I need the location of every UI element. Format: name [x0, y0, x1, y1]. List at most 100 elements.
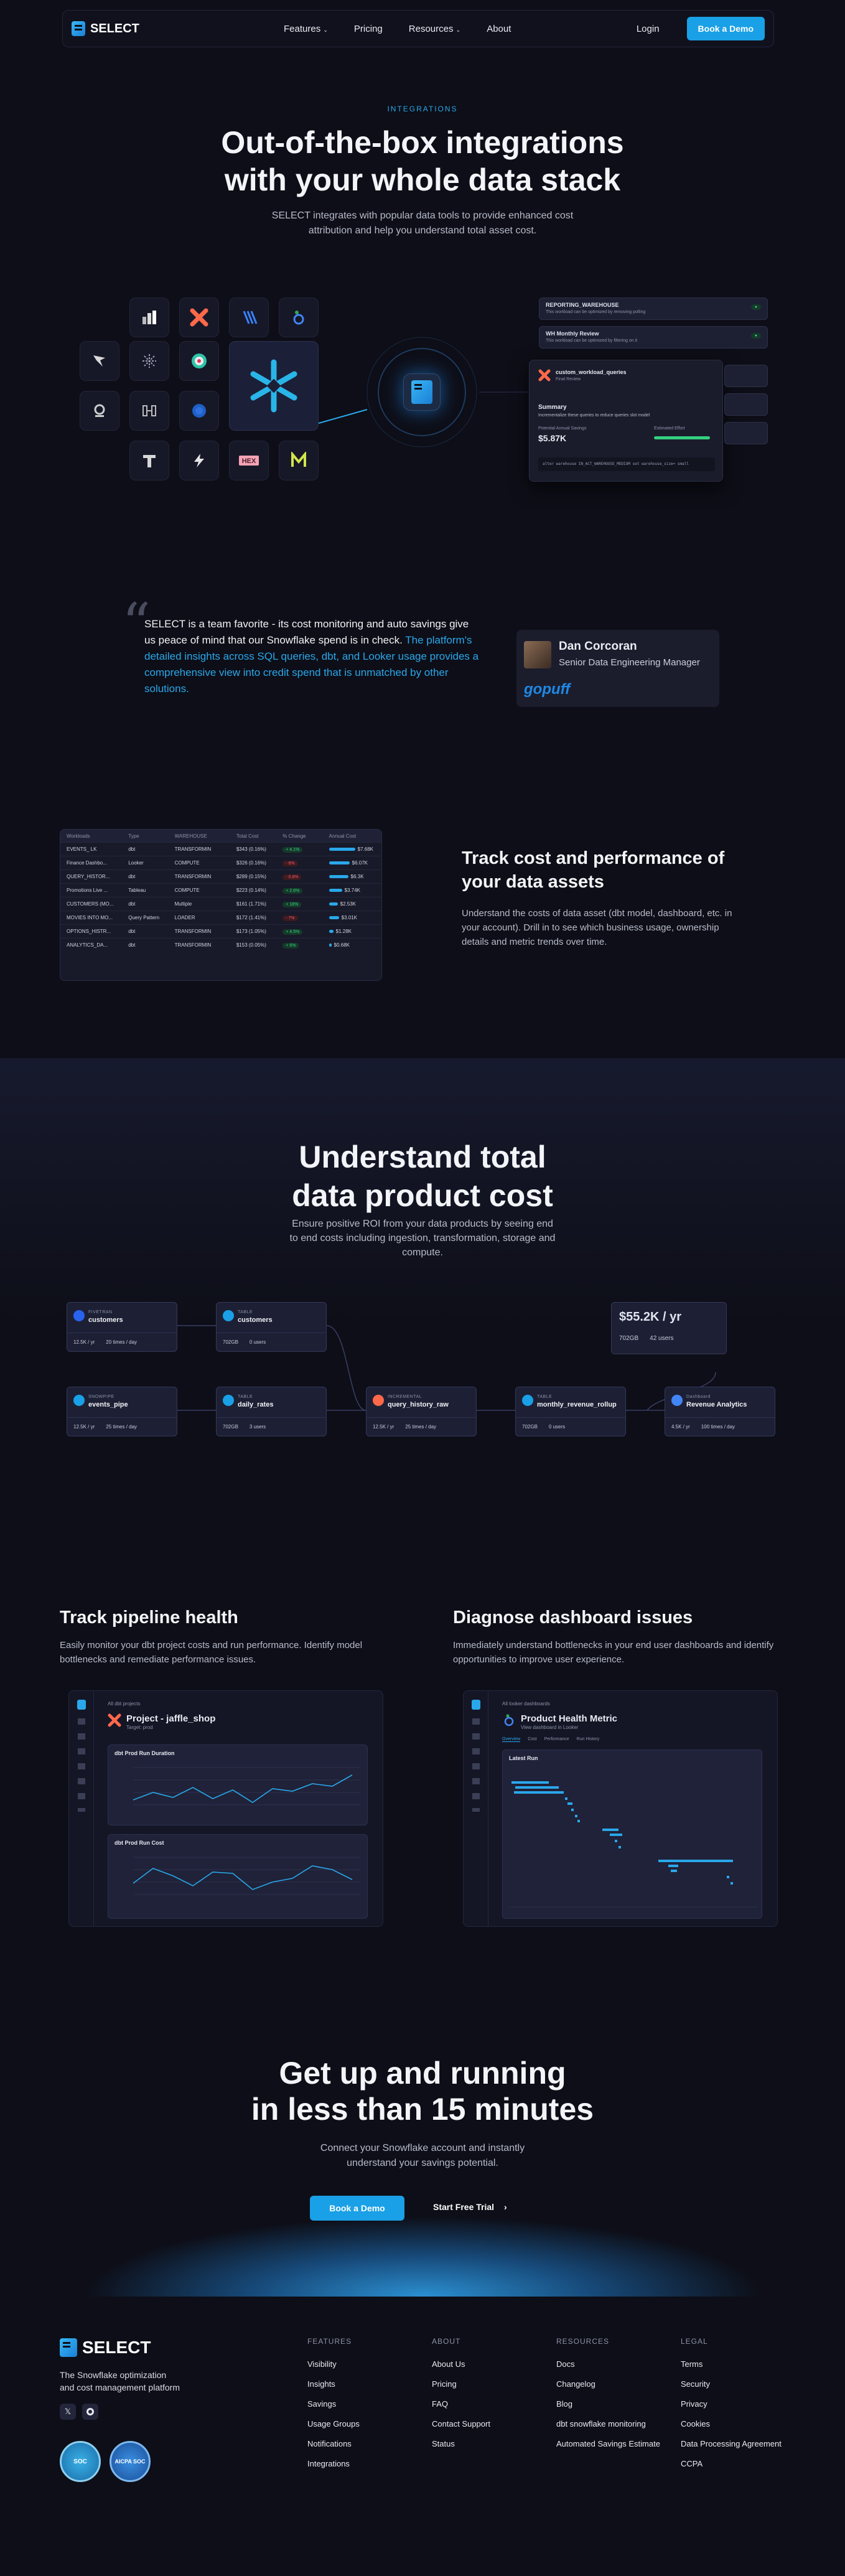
- integration-tile: [129, 341, 169, 381]
- tab-cost[interactable]: Cost: [528, 1737, 536, 1742]
- total-cost-sub-line2: to end costs including ingestion, transf…: [289, 1233, 556, 1244]
- select-node: [403, 373, 441, 411]
- savings-label: Potential Annual Savings: [538, 426, 587, 431]
- testimonial-quote: SELECT is a team favorite - its cost mon…: [144, 616, 480, 697]
- col-header[interactable]: WAREHOUSE: [175, 833, 236, 839]
- footer-link[interactable]: Savings: [307, 2399, 360, 2419]
- lineage-node[interactable]: TABLE customers 702GB 0 users: [216, 1302, 327, 1352]
- table-row[interactable]: EVENTS_ LK dbt TRANSFORMIN $343 (0.16%) + 4.…: [60, 842, 381, 856]
- cell-type: dbt: [128, 846, 136, 852]
- cell-type: dbt: [128, 929, 136, 934]
- footer-link[interactable]: Integrations: [307, 2459, 360, 2479]
- lineage-node[interactable]: INCREMENTAL query_history_raw 12.5K / yr…: [366, 1387, 477, 1436]
- lineage-node[interactable]: TABLE daily_rates 702GB 3 users: [216, 1387, 327, 1436]
- table-row[interactable]: ANALYTICS_DA... dbt TRANSFORMIN $153 (0.05%…: [60, 938, 381, 952]
- lineage-node[interactable]: Dashboard Revenue Analytics 4.5K / yr 100…: [665, 1387, 775, 1436]
- footer-col-heading: FEATURES: [307, 2337, 352, 2346]
- looker-logo-icon: [293, 311, 304, 325]
- cta-glow: [81, 2216, 765, 2297]
- footer-col-resources: RESOURCES Docs Changelog Blog dbt snowfl…: [556, 2337, 660, 2459]
- cta-book-demo-button[interactable]: Book a Demo: [310, 2196, 404, 2221]
- footer-link[interactable]: Pricing: [432, 2379, 490, 2399]
- col-header[interactable]: % Change: [282, 833, 329, 839]
- nav-features[interactable]: Features ⌄: [284, 24, 328, 34]
- node-type: FIVETRAN: [88, 1310, 113, 1314]
- footer-link[interactable]: Data Processing Agreement: [681, 2439, 782, 2459]
- footer-link[interactable]: Security: [681, 2379, 782, 2399]
- table-row[interactable]: Promotions Live ... Tableau COMPUTE $223 (0…: [60, 883, 381, 897]
- cta-start-trial-link[interactable]: Start Free Trial ›: [433, 2202, 507, 2212]
- tab-run-history[interactable]: Run History: [577, 1737, 600, 1742]
- footer-link[interactable]: Status: [432, 2439, 490, 2459]
- col-header[interactable]: Workloads: [67, 833, 128, 839]
- change-badge: - 0.8%: [282, 874, 302, 880]
- change-badge: + 18%: [282, 902, 302, 907]
- footer-link[interactable]: Usage Groups: [307, 2419, 360, 2439]
- annual-cost-bar: [329, 930, 334, 933]
- ring-logo-icon: [94, 404, 105, 417]
- table-row[interactable]: MOVIES INTO MO... Query Pattern LOADER $172…: [60, 911, 381, 924]
- lineage-node[interactable]: SNOWPIPE events_pipe 12.5K / yr 25 times …: [67, 1387, 177, 1436]
- footer-logo[interactable]: SELECT: [60, 2338, 151, 2358]
- footer-link[interactable]: Privacy: [681, 2399, 782, 2419]
- footer-link[interactable]: dbt snowflake monitoring: [556, 2419, 660, 2439]
- footer-link[interactable]: Insights: [307, 2379, 360, 2399]
- lineage-node[interactable]: FIVETRAN customers 12.5K / yr 20 times / …: [67, 1302, 177, 1352]
- footer-link[interactable]: Docs: [556, 2359, 660, 2379]
- footer-link[interactable]: Cookies: [681, 2419, 782, 2439]
- lineage-node[interactable]: TABLE monthly_revenue_rollup 702GB 0 user…: [515, 1387, 626, 1436]
- duration-line-chart: [133, 1767, 360, 1806]
- annual-cost-value: $6.3K: [350, 874, 364, 879]
- footer-link[interactable]: Automated Savings Estimate: [556, 2439, 660, 2459]
- col-header[interactable]: Annual Cost: [329, 833, 381, 839]
- back-link[interactable]: All dbt projects: [108, 1701, 140, 1707]
- back-link[interactable]: All looker dashboards: [502, 1701, 550, 1707]
- nav-icons: [472, 1718, 480, 1812]
- integration-tile: [80, 341, 119, 381]
- table-row[interactable]: CUSTOMERS (MO... dbt Multiple $161 (1.71%) +…: [60, 897, 381, 911]
- dashboard-name: Product Health Metric: [521, 1713, 618, 1724]
- col-header[interactable]: Type: [128, 833, 174, 839]
- effort-label: Estimated Effort: [654, 426, 685, 431]
- nav-about[interactable]: About: [487, 24, 511, 34]
- footer-link[interactable]: Blog: [556, 2399, 660, 2419]
- x-icon[interactable]: 𝕏: [60, 2404, 76, 2420]
- node-frequency: 25 times / day: [106, 1424, 138, 1430]
- col-header[interactable]: Total Cost: [236, 833, 282, 839]
- footer-link[interactable]: Terms: [681, 2359, 782, 2379]
- brand-logo[interactable]: SELECT: [72, 21, 139, 36]
- table-row[interactable]: QUERY_HISTOR... dbt TRANSFORMIN $289 (0.15%…: [60, 869, 381, 883]
- bird-logo-icon: [93, 355, 105, 367]
- footer-link[interactable]: CCPA: [681, 2459, 782, 2479]
- tab-performance[interactable]: Performance: [544, 1737, 569, 1742]
- book-demo-button[interactable]: Book a Demo: [686, 17, 765, 40]
- footer-link[interactable]: Contact Support: [432, 2419, 490, 2439]
- pipeline-body: Easily monitor your dbt project costs an…: [60, 1640, 363, 1665]
- tab-overview[interactable]: Overview: [502, 1737, 521, 1742]
- table-row[interactable]: OPTIONS_HISTR... dbt TRANSFORMIN $173 (1.05…: [60, 924, 381, 938]
- footer-link[interactable]: Changelog: [556, 2379, 660, 2399]
- snowflake-icon: [522, 1395, 533, 1406]
- cell-total-cost: $161 (1.71%): [236, 901, 266, 907]
- node-frequency: 25 times / day: [405, 1424, 437, 1430]
- table-row[interactable]: Finance Dashbo... Looker COMPUTE $326 (0.16…: [60, 856, 381, 869]
- view-in-looker-link[interactable]: View dashboard in Looker: [521, 1725, 578, 1730]
- lineage-summary-card: $55.2K / yr 702GB 42 users: [611, 1302, 727, 1354]
- annual-cost-bar: [329, 916, 339, 919]
- footer-link[interactable]: Notifications: [307, 2439, 360, 2459]
- dashboard-body: Immediately understand bottlenecks in yo…: [453, 1640, 774, 1665]
- login-link[interactable]: Login: [637, 24, 660, 34]
- select-logo-icon: [77, 1700, 86, 1710]
- nav-resources[interactable]: Resources ⌄: [409, 24, 460, 34]
- node-storage: 702GB: [522, 1424, 538, 1430]
- integration-tile: [179, 341, 219, 381]
- nav-pricing[interactable]: Pricing: [354, 24, 383, 34]
- github-icon[interactable]: [82, 2404, 98, 2420]
- aicpa-badge: AICPA SOC: [110, 2441, 151, 2482]
- footer-link[interactable]: Visibility: [307, 2359, 360, 2379]
- cell-type: dbt: [128, 901, 136, 907]
- integration-tile: [279, 441, 319, 480]
- change-badge: + 2.6%: [282, 888, 303, 894]
- footer-link[interactable]: FAQ: [432, 2399, 490, 2419]
- footer-link[interactable]: About Us: [432, 2359, 490, 2379]
